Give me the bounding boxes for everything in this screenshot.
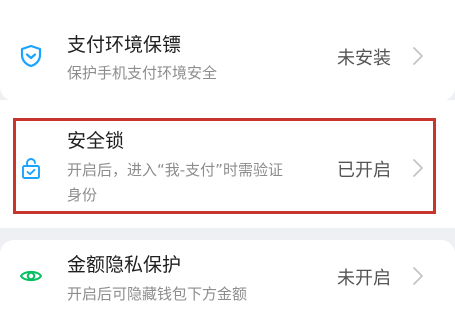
- status-text: 未开启: [337, 268, 391, 289]
- chevron-right-icon: [413, 267, 423, 285]
- settings-item-description-line2: 身份: [67, 186, 98, 204]
- settings-item-amount-privacy[interactable]: 金额隐私保护 开启后可隐藏钱包下方金额 未开启: [0, 240, 455, 304]
- shield-icon: [20, 44, 42, 68]
- settings-item-title: 安全锁: [67, 130, 125, 152]
- settings-item-title: 金额隐私保护: [67, 254, 182, 276]
- chevron-right-icon: [413, 159, 423, 177]
- status-text: 未安装: [337, 48, 391, 69]
- settings-item-payment-guard[interactable]: 支付环境保镖 保护手机支付环境安全 未安装: [0, 0, 455, 100]
- settings-item-description: 保护手机支付环境安全: [67, 64, 218, 82]
- settings-item-title: 支付环境保镖: [67, 34, 182, 56]
- eye-icon: [20, 270, 42, 282]
- settings-item-description: 开启后可隐藏钱包下方金额: [67, 285, 248, 303]
- settings-item-description-line1: 开启后，进入“我-支付”时需验证: [67, 161, 283, 179]
- settings-item-security-lock[interactable]: 安全锁 开启后，进入“我-支付”时需验证 身份 已开启: [0, 100, 455, 228]
- status-text: 已开启: [337, 160, 391, 181]
- chevron-right-icon: [413, 47, 423, 65]
- lock-icon: [22, 158, 40, 179]
